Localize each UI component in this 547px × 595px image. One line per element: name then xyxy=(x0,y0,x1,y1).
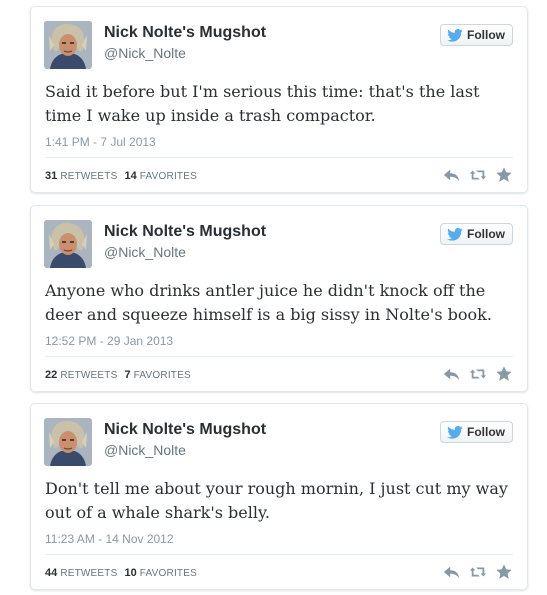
reply-icon[interactable] xyxy=(443,166,461,184)
divider xyxy=(45,157,513,158)
display-name[interactable]: Nick Nolte's Mugshot xyxy=(104,24,266,42)
avatar[interactable] xyxy=(44,418,92,466)
reply-icon[interactable] xyxy=(443,365,461,383)
divider xyxy=(45,554,513,555)
star-icon[interactable] xyxy=(495,563,513,581)
display-name[interactable]: Nick Nolte's Mugshot xyxy=(104,421,266,439)
follow-label: Follow xyxy=(467,28,505,42)
twitter-bird-icon xyxy=(447,28,463,42)
favorites-count: 7 xyxy=(124,369,131,381)
retweet-icon[interactable] xyxy=(469,563,487,581)
twitter-bird-icon xyxy=(447,227,463,241)
timestamp[interactable]: 11:23 AM - 14 Nov 2012 xyxy=(45,532,174,546)
tweet-text: Don't tell me about your rough mornin, I… xyxy=(45,479,508,522)
retweets-count: 31 xyxy=(45,170,58,182)
screen-name[interactable]: @Nick_Nolte xyxy=(104,244,186,260)
screen-name[interactable]: @Nick_Nolte xyxy=(104,45,186,61)
reply-icon[interactable] xyxy=(443,563,461,581)
star-icon[interactable] xyxy=(495,166,513,184)
retweets-stat[interactable]: 22 Retweets xyxy=(45,369,117,381)
retweets-count: 22 xyxy=(45,369,58,381)
favorites-label: Favorites xyxy=(139,171,197,182)
retweets-stat[interactable]: 31 Retweets xyxy=(45,170,117,182)
tweet-text: Anyone who drinks antler juice he didn't… xyxy=(45,281,492,324)
screen-name[interactable]: @Nick_Nolte xyxy=(104,442,186,458)
tweet-card: Nick Nolte's Mugshot @Nick_Nolte Follow … xyxy=(30,6,528,193)
tweet-card: Nick Nolte's Mugshot @Nick_Nolte Follow … xyxy=(30,403,528,590)
retweet-icon[interactable] xyxy=(469,166,487,184)
timestamp[interactable]: 12:52 PM - 29 Jan 2013 xyxy=(45,334,173,348)
favorites-count: 10 xyxy=(124,567,137,579)
retweets-label: Retweets xyxy=(60,370,118,381)
twitter-bird-icon xyxy=(447,425,463,439)
tweet-card: Nick Nolte's Mugshot @Nick_Nolte Follow … xyxy=(30,205,528,392)
tweet-stats: 22 Retweets 7 Favorites xyxy=(45,369,191,381)
retweets-count: 44 xyxy=(45,567,58,579)
follow-button[interactable]: Follow xyxy=(440,223,513,245)
avatar[interactable] xyxy=(44,21,92,69)
follow-button[interactable]: Follow xyxy=(440,421,513,443)
tweet-actions xyxy=(443,365,513,383)
divider xyxy=(45,356,513,357)
tweet-stats: 44 Retweets 10 Favorites xyxy=(45,567,197,579)
follow-label: Follow xyxy=(467,227,505,241)
tweet-text: Said it before but I'm serious this time… xyxy=(45,82,480,125)
tweet-actions xyxy=(443,166,513,184)
favorites-stat[interactable]: 10 Favorites xyxy=(124,567,197,579)
display-name[interactable]: Nick Nolte's Mugshot xyxy=(104,223,266,241)
follow-label: Follow xyxy=(467,425,505,439)
favorites-stat[interactable]: 7 Favorites xyxy=(124,369,190,381)
favorites-stat[interactable]: 14 Favorites xyxy=(124,170,197,182)
favorites-count: 14 xyxy=(124,170,137,182)
favorites-label: Favorites xyxy=(133,370,191,381)
retweets-label: Retweets xyxy=(60,171,118,182)
tweet-actions xyxy=(443,563,513,581)
retweets-label: Retweets xyxy=(60,568,118,579)
retweet-icon[interactable] xyxy=(469,365,487,383)
retweets-stat[interactable]: 44 Retweets xyxy=(45,567,117,579)
star-icon[interactable] xyxy=(495,365,513,383)
favorites-label: Favorites xyxy=(139,568,197,579)
follow-button[interactable]: Follow xyxy=(440,24,513,46)
tweet-stats: 31 Retweets 14 Favorites xyxy=(45,170,197,182)
timestamp[interactable]: 1:41 PM - 7 Jul 2013 xyxy=(45,135,156,149)
avatar[interactable] xyxy=(44,220,92,268)
